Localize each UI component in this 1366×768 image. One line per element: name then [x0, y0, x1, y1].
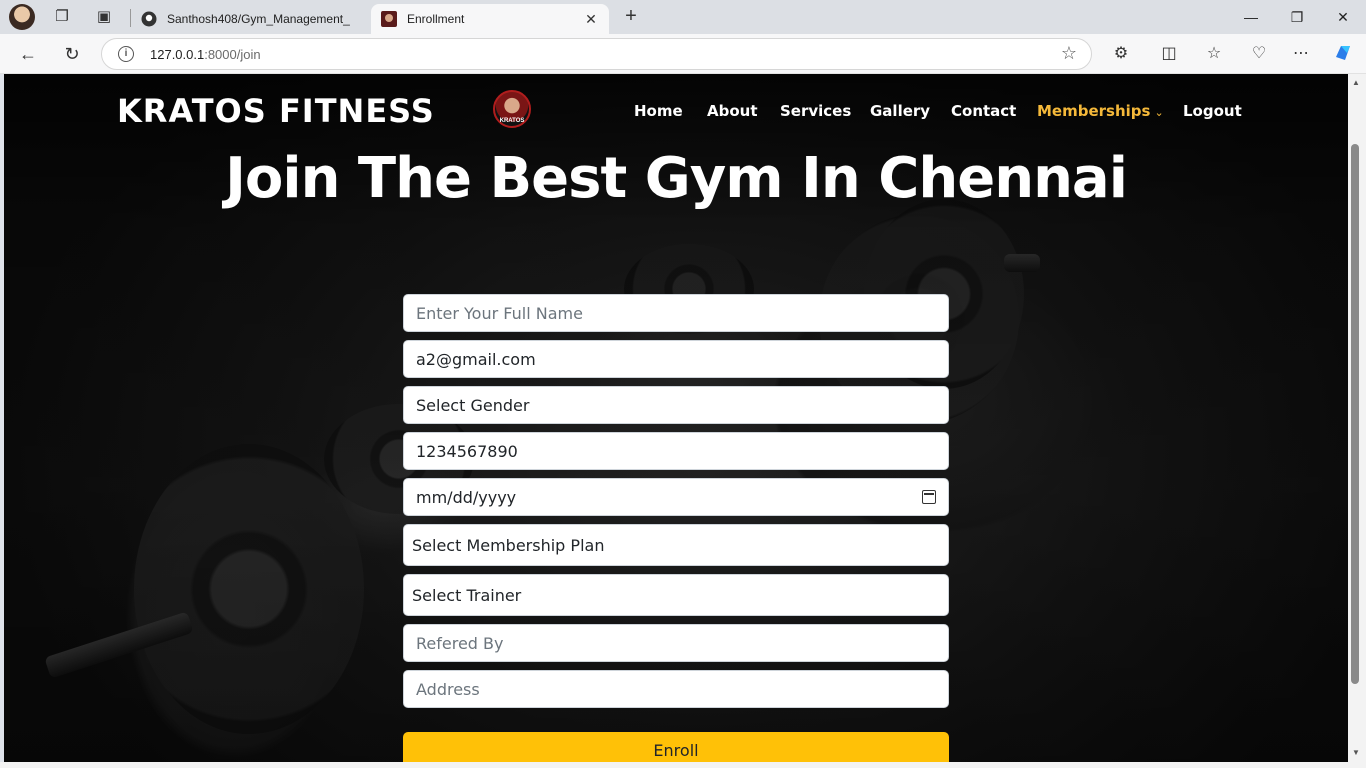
- back-icon[interactable]: ←: [16, 43, 40, 65]
- favorite-star-icon[interactable]: ☆: [1061, 43, 1077, 64]
- nav-services[interactable]: Services: [780, 102, 851, 122]
- copilot-icon[interactable]: [1331, 43, 1355, 65]
- gender-select[interactable]: Select Gender: [403, 386, 949, 424]
- workspaces-icon[interactable]: ❐: [52, 7, 72, 27]
- split-screen-icon[interactable]: ◫: [1157, 43, 1181, 65]
- tab-bar: ❐ ▣ Santhosh408/Gym_Management_ Enrollme…: [0, 0, 1366, 34]
- page-title: Join The Best Gym In Chennai: [225, 146, 1128, 211]
- nav-logout[interactable]: Logout: [1183, 102, 1242, 122]
- nav-memberships[interactable]: Memberships ⌄: [1037, 102, 1164, 122]
- gender-selected: Select Gender: [416, 395, 530, 415]
- url-text: 127.0.0.1:8000/join: [150, 47, 261, 62]
- phone-value: 1234567890: [416, 441, 518, 461]
- trainer-selected: Select Trainer: [412, 585, 522, 605]
- dob-input[interactable]: mm/dd/yyyy: [403, 478, 949, 516]
- favorites-icon[interactable]: ☆: [1202, 43, 1226, 65]
- extensions-icon[interactable]: ⚙: [1109, 43, 1133, 65]
- tab-enrollment[interactable]: Enrollment ✕: [371, 4, 609, 34]
- chevron-down-icon: ⌄: [1154, 106, 1164, 119]
- nav-memberships-label: Memberships: [1037, 102, 1151, 120]
- trainer-select[interactable]: Select Trainer: [403, 574, 949, 616]
- new-tab-icon[interactable]: +: [620, 6, 642, 28]
- email-input[interactable]: a2@gmail.com: [403, 340, 949, 378]
- browser-essentials-icon[interactable]: ♡: [1247, 43, 1271, 65]
- scroll-up-icon[interactable]: ▲: [1351, 78, 1361, 87]
- browser-toolbar: ← ↻ i 127.0.0.1:8000/join ☆ ⚙ ◫ ☆ ♡ ⋯: [0, 34, 1366, 74]
- tab-title: Enrollment: [407, 12, 465, 26]
- address-placeholder: Address: [416, 679, 480, 699]
- scrollbar-thumb[interactable]: [1351, 144, 1359, 684]
- enroll-button[interactable]: Enroll: [403, 732, 949, 762]
- nav-home[interactable]: Home: [634, 102, 683, 122]
- nav-about[interactable]: About: [707, 102, 758, 122]
- nav-contact[interactable]: Contact: [951, 102, 1016, 122]
- referred-placeholder: Refered By: [416, 633, 504, 653]
- nav-gallery[interactable]: Gallery: [870, 102, 930, 122]
- window-bottom-edge: [0, 762, 1366, 768]
- logo-text: KRATOS: [499, 118, 525, 124]
- close-window-icon[interactable]: ✕: [1331, 6, 1355, 28]
- settings-more-icon[interactable]: ⋯: [1289, 43, 1313, 65]
- phone-input[interactable]: 1234567890: [403, 432, 949, 470]
- dob-placeholder: mm/dd/yyyy: [416, 487, 517, 507]
- full-name-input[interactable]: Enter Your Full Name: [403, 294, 949, 332]
- email-value: a2@gmail.com: [416, 349, 536, 369]
- calendar-icon[interactable]: [922, 490, 936, 504]
- membership-plan-select[interactable]: Select Membership Plan: [403, 524, 949, 566]
- tab-title: Santhosh408/Gym_Management_: [167, 12, 350, 26]
- page-viewport: KRATOS FITNESS KRATOS Home About Service…: [4, 74, 1348, 762]
- profile-avatar[interactable]: [9, 4, 35, 30]
- brand-name[interactable]: KRATOS FITNESS: [117, 92, 435, 130]
- tab-github[interactable]: Santhosh408/Gym_Management_: [131, 4, 369, 34]
- github-icon: [141, 11, 157, 27]
- referred-by-input[interactable]: Refered By: [403, 624, 949, 662]
- scroll-down-icon[interactable]: ▼: [1351, 748, 1361, 757]
- reload-icon[interactable]: ↻: [60, 43, 84, 65]
- tab-actions-icon[interactable]: ▣: [94, 7, 114, 27]
- close-tab-icon[interactable]: ✕: [583, 11, 599, 28]
- membership-selected: Select Membership Plan: [412, 535, 605, 555]
- kratos-favicon-icon: [381, 11, 397, 27]
- restore-icon[interactable]: ❐: [1285, 6, 1309, 28]
- minimize-icon[interactable]: —: [1239, 6, 1263, 28]
- kratos-logo[interactable]: KRATOS: [493, 90, 531, 128]
- full-name-placeholder: Enter Your Full Name: [416, 303, 583, 323]
- address-input[interactable]: Address: [403, 670, 949, 708]
- address-bar[interactable]: i 127.0.0.1:8000/join ☆: [101, 38, 1092, 70]
- site-info-icon[interactable]: i: [118, 46, 134, 62]
